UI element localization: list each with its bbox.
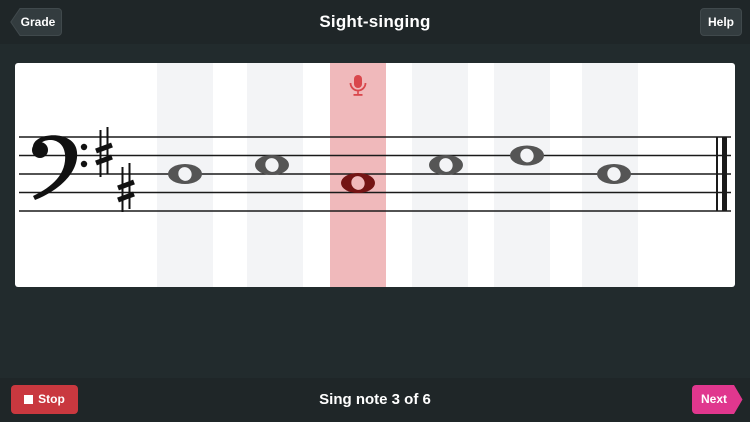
note-column-4[interactable] bbox=[412, 63, 468, 287]
navigation-bar: Grade Sight-singing Help bbox=[0, 0, 750, 44]
note-5 bbox=[510, 145, 544, 166]
help-button[interactable]: Help bbox=[700, 8, 742, 36]
music-staff bbox=[19, 63, 731, 287]
note-column-2[interactable] bbox=[247, 63, 303, 287]
staff-panel bbox=[15, 63, 735, 287]
note-2 bbox=[255, 155, 289, 175]
page-title: Sight-singing bbox=[319, 12, 431, 31]
note-3-active bbox=[341, 173, 375, 193]
bass-clef-icon bbox=[32, 135, 88, 200]
sharp-icon-1 bbox=[95, 127, 113, 177]
bottom-toolbar: Stop Sing note 3 of 6 Next bbox=[0, 378, 750, 422]
sharp-icon-2 bbox=[117, 163, 135, 212]
status-text: Sing note 3 of 6 bbox=[319, 391, 431, 408]
note-4 bbox=[429, 155, 463, 175]
note-1 bbox=[168, 164, 202, 184]
next-button[interactable]: Next bbox=[692, 385, 744, 414]
note-column-5[interactable] bbox=[494, 63, 550, 287]
next-button-label: Next bbox=[700, 392, 727, 406]
note-6 bbox=[597, 164, 631, 184]
